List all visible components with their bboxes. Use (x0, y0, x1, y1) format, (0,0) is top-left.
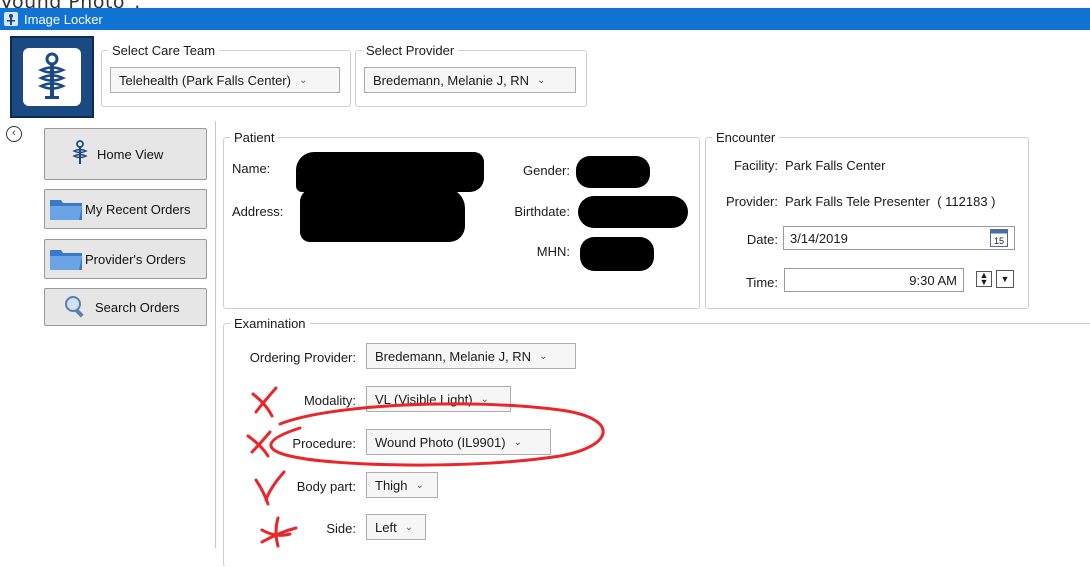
redacted-gender (576, 156, 650, 188)
birthdate-label: Birthdate: (514, 204, 570, 219)
date-label: Date: (746, 232, 778, 247)
body-part-value: Thigh (375, 477, 408, 493)
chevron-down-icon: ⌄ (539, 350, 548, 362)
ordering-provider-select[interactable]: Bredemann, Melanie J, RN ⌄ (366, 343, 576, 369)
chevron-down-icon: ⌄ (415, 479, 424, 491)
date-value: 3/14/2019 (790, 230, 848, 246)
date-input[interactable]: 3/14/2019 (783, 226, 1015, 250)
chevron-down-icon: ⌄ (513, 436, 522, 448)
time-dropdown-button[interactable]: ▼ (996, 270, 1014, 288)
care-team-value: Telehealth (Park Falls Center) (119, 72, 291, 88)
side-label: Side: (326, 521, 356, 536)
body-part-select[interactable]: Thigh ⌄ (366, 472, 438, 498)
care-team-select[interactable]: Telehealth (Park Falls Center) ⌄ (110, 67, 340, 93)
body-part-label: Body part: (296, 479, 356, 494)
gender-label: Gender: (523, 163, 570, 178)
time-label: Time: (745, 275, 778, 290)
time-input[interactable]: 9:30 AM (784, 268, 964, 292)
side-select[interactable]: Left ⌄ (366, 514, 426, 540)
name-label: Name: (232, 161, 271, 176)
home-view-label: Home View (97, 146, 164, 162)
encounter-provider-label: Provider: (725, 194, 778, 209)
chevron-down-icon: ⌄ (298, 74, 308, 86)
redacted-name (296, 152, 484, 192)
app-icon (4, 12, 18, 26)
side-value: Left (375, 519, 397, 535)
ordering-provider-label: Ordering Provider: (249, 350, 356, 365)
procedure-label: Procedure: (292, 436, 356, 451)
app-logo (10, 36, 94, 118)
encounter-provider-value: Park Falls Tele Presenter ( 112183 ) (785, 194, 996, 209)
chevron-down-icon: ⌄ (537, 74, 546, 86)
magnifier-icon (63, 294, 87, 321)
chevron-down-icon: ⌄ (480, 393, 489, 405)
window-title: Image Locker (24, 11, 103, 27)
chevron-down-icon: ⌄ (404, 521, 414, 533)
modality-select[interactable]: VL (Visible Light) ⌄ (366, 386, 511, 412)
folder-icon (49, 245, 83, 274)
caduceus-icon (37, 52, 67, 99)
time-value: 9:30 AM (909, 272, 957, 288)
calendar-icon[interactable]: 15 (990, 229, 1008, 247)
search-orders-button[interactable]: Search Orders (44, 288, 207, 326)
modality-value: VL (Visible Light) (375, 391, 473, 407)
provider-select[interactable]: Bredemann, Melanie J, RN ⌄ (364, 67, 576, 93)
providers-orders-button[interactable]: Provider's Orders (44, 239, 207, 279)
my-recent-orders-button[interactable]: My Recent Orders (44, 189, 207, 229)
ordering-provider-value: Bredemann, Melanie J, RN (375, 348, 532, 364)
calendar-day: 15 (994, 236, 1004, 246)
redacted-address (300, 188, 465, 242)
window-title-bar: Image Locker (0, 8, 1090, 30)
provider-legend: Select Provider (366, 43, 455, 58)
providers-orders-label: Provider's Orders (85, 251, 186, 267)
patient-legend: Patient (234, 130, 275, 145)
redacted-mhn (580, 237, 654, 271)
search-orders-label: Search Orders (95, 299, 180, 315)
provider-value: Bredemann, Melanie J, RN (373, 72, 530, 88)
home-view-button[interactable]: Home View (44, 128, 207, 180)
caduceus-icon (69, 139, 91, 169)
sidebar-divider (215, 121, 216, 548)
mhn-label: MHN: (536, 244, 570, 259)
address-label: Address: (232, 204, 284, 219)
encounter-legend: Encounter (716, 130, 776, 145)
procedure-select[interactable]: Wound Photo (IL9901) ⌄ (366, 429, 551, 455)
facility-value: Park Falls Center (785, 158, 886, 173)
redacted-birthdate (578, 196, 688, 228)
modality-label: Modality: (303, 393, 356, 408)
time-spinner[interactable]: ▲ ▼ (976, 271, 992, 287)
chevron-left-icon[interactable]: ‹ (6, 126, 22, 142)
procedure-value: Wound Photo (IL9901) (375, 434, 506, 450)
facility-label: Facility: (733, 158, 778, 173)
care-team-legend: Select Care Team (112, 43, 216, 58)
folder-icon (49, 195, 83, 224)
my-recent-orders-label: My Recent Orders (85, 201, 191, 217)
examination-legend: Examination (234, 316, 306, 331)
